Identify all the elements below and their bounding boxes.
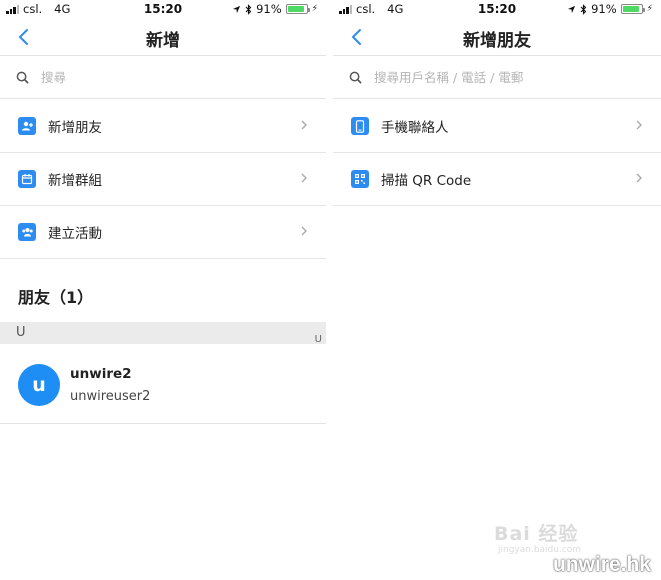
menu-scan-qr[interactable]: 掃描 QR Code [333,153,661,206]
chevron-right-icon [301,226,307,236]
charging-bolt-icon: ⚡ [646,4,653,14]
site-watermark: unwire.hk [552,553,651,576]
menu-create-event[interactable]: 建立活動 [0,206,326,259]
avatar: u [18,364,60,406]
menu-add-friend[interactable]: 新增朋友 [0,100,326,153]
menu-add-group[interactable]: 新增群組 [0,153,326,206]
friend-name: unwire2 [70,366,132,382]
search-input[interactable] [41,70,301,85]
status-bar: csl. 4G 15:20 91% ⚡ [333,0,661,18]
right-screen-add-friend: csl. 4G 15:20 91% ⚡ 新增朋友 手機聯絡人 掃描 QR Cod… [333,0,661,580]
menu-label: 掃描 QR Code [381,173,472,189]
nav-bar: 新增朋友 [333,18,661,56]
baidu-watermark: Bai 经验 [494,523,579,545]
search-bar[interactable] [333,57,661,99]
add-friend-icon [18,117,36,135]
add-group-icon [18,170,36,188]
search-bar[interactable] [0,57,326,99]
nav-bar: 新增 [0,18,326,56]
menu-label: 新增朋友 [48,120,102,136]
friends-section-title: 朋友（1） [18,288,94,307]
search-icon [16,71,29,84]
friend-user-id: unwireuser2 [70,389,151,404]
location-arrow-icon [233,5,241,13]
phone-contacts-icon [351,117,369,135]
charging-bolt-icon: ⚡ [311,4,318,14]
battery-percent: 91% [591,2,617,16]
chevron-right-icon [301,173,307,183]
friend-list-item[interactable]: u unwire2 unwireuser2 [0,344,326,424]
chevron-right-icon [301,120,307,130]
create-event-icon [18,223,36,241]
page-title: 新增 [146,31,180,51]
location-arrow-icon [568,5,576,13]
chevron-right-icon [636,173,642,183]
menu-label: 新增群組 [48,173,102,189]
search-icon [349,71,362,84]
menu-label: 手機聯絡人 [381,120,449,136]
battery-percent: 91% [256,2,282,16]
page-title: 新增朋友 [463,31,531,51]
search-input[interactable] [374,70,634,85]
qr-code-icon [351,170,369,188]
chevron-right-icon [636,120,642,130]
menu-phone-contacts[interactable]: 手機聯絡人 [333,100,661,153]
status-bar: csl. 4G 15:20 91% ⚡ [0,0,326,18]
battery-icon [285,4,310,14]
index-header: U [0,322,326,344]
left-screen-add: csl. 4G 15:20 91% ⚡ 新增 新增朋友 新增群組 [0,0,326,580]
bluetooth-icon [245,3,252,15]
bluetooth-icon [580,3,587,15]
menu-label: 建立活動 [48,226,102,242]
battery-icon [620,4,645,14]
